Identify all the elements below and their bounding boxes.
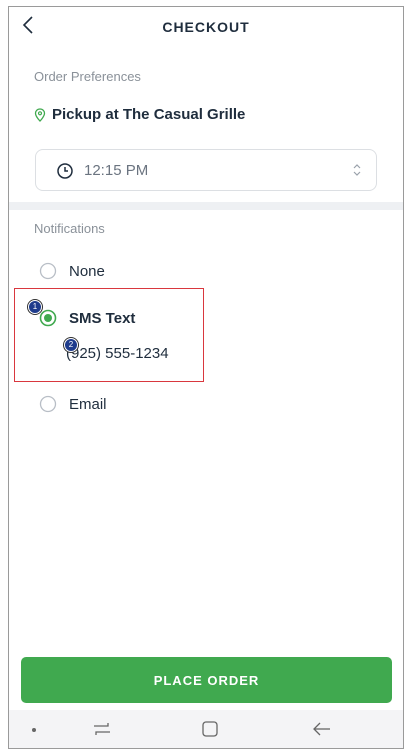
annotation-marker-2: 2 [64, 338, 78, 352]
header: CHECKOUT [9, 7, 403, 51]
back-arrow-icon[interactable] [312, 720, 332, 738]
pickup-location: Pickup at The Casual Grille [34, 106, 245, 123]
radio-unselected-icon [39, 395, 57, 413]
location-pin-icon [34, 107, 46, 122]
chevron-up-down-icon [353, 164, 361, 176]
page-title: CHECKOUT [162, 19, 250, 35]
pickup-label: Pickup at The Casual Grille [52, 106, 246, 123]
annotation-highlight-box [14, 288, 204, 382]
order-preferences-label: Order Preferences [34, 69, 141, 84]
notification-option-none[interactable]: None [39, 262, 105, 280]
checkout-screen: CHECKOUT Order Preferences Pickup at The… [8, 6, 404, 749]
notification-option-email[interactable]: Email [39, 395, 107, 413]
radio-unselected-icon [39, 262, 57, 280]
place-order-button[interactable]: PLACE ORDER [21, 657, 392, 703]
pickup-time-select[interactable]: 12:15 PM [35, 149, 377, 191]
annotation-marker-1: 1 [28, 300, 42, 314]
recent-apps-icon[interactable] [91, 720, 113, 738]
notifications-label: Notifications [34, 221, 105, 236]
system-navigation-bar [9, 710, 403, 748]
clock-icon [57, 163, 73, 179]
dot-icon [32, 728, 36, 732]
option-label-email: Email [69, 395, 107, 413]
option-label-none: None [69, 262, 105, 280]
section-divider [9, 202, 403, 210]
home-icon[interactable] [201, 720, 219, 738]
pickup-time-value: 12:15 PM [84, 162, 149, 179]
